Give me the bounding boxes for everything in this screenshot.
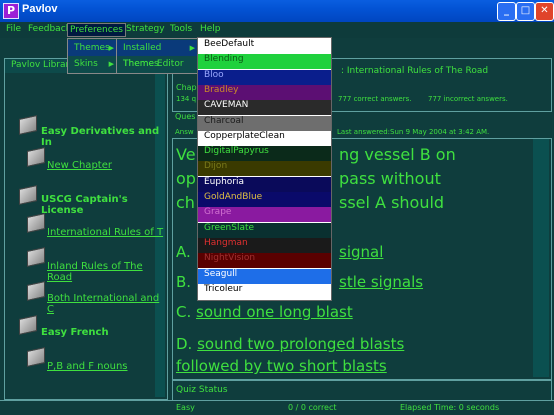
theme-editor-label: Theme Editor	[123, 59, 184, 69]
correct-count: 777 correct answers.	[338, 95, 412, 103]
question-prefix-2: op	[176, 169, 196, 188]
chapter-link[interactable]: International Rules of T	[47, 227, 163, 238]
menu-item-theme-editor[interactable]: Theme Editor	[117, 56, 199, 72]
book-icon	[19, 115, 37, 135]
app-icon: P	[3, 3, 19, 19]
library-title: Pavlov Library	[11, 60, 75, 70]
chapter-link[interactable]: Both International and C	[47, 293, 167, 315]
preferences-menu: Themes ▶ Skins ▶	[67, 38, 119, 74]
menu-help[interactable]: Help	[198, 23, 223, 35]
theme-item[interactable]: Tricoleur	[198, 283, 331, 299]
book-icon	[19, 185, 37, 205]
theme-item[interactable]: Dijon	[198, 161, 331, 177]
theme-item[interactable]: Grape	[198, 207, 331, 223]
answer-b-letter[interactable]: B.	[176, 273, 191, 291]
theme-item[interactable]: BeeDefault	[198, 39, 331, 54]
theme-item[interactable]: Bloo	[198, 69, 331, 85]
chapter-header: : International Rules of The Road	[341, 66, 489, 76]
status-correct: 0 / 0 correct	[288, 403, 337, 412]
answer-d-letter[interactable]: D.	[176, 335, 192, 353]
theme-item[interactable]: GoldAndBlue	[198, 192, 331, 207]
theme-item[interactable]: Charcoal	[198, 115, 331, 131]
theme-item[interactable]: DigitalPapyrus	[198, 146, 331, 162]
question-line-1: ng vessel B on	[339, 145, 456, 164]
chapter-icon	[27, 281, 45, 301]
chapter-icon	[27, 213, 45, 233]
library-group-3[interactable]: Easy French	[41, 327, 109, 338]
menu-tools[interactable]: Tools	[168, 23, 194, 35]
library-panel: Pavlov Library Easy Derivatives and In N…	[4, 58, 168, 400]
menu-bar: File Feedback Preferences Strategy Tools…	[0, 22, 554, 38]
title-bar[interactable]: P Pavlov _ □ ✕	[0, 0, 554, 22]
close-button[interactable]: ✕	[535, 2, 554, 21]
theme-item[interactable]: Seagull	[198, 268, 331, 284]
menu-preferences[interactable]: Preferences	[67, 23, 126, 37]
theme-item[interactable]: Euphoria	[198, 176, 331, 192]
last-answered: Last answered:Sun 9 May 2004 at 3:42 AM.	[337, 128, 490, 136]
status-bar: Easy 0 / 0 correct Elapsed Time: 0 secon…	[0, 400, 554, 415]
menu-feedback[interactable]: Feedback	[26, 23, 73, 35]
theme-item[interactable]: NightVision	[198, 253, 331, 269]
minimize-button[interactable]: _	[497, 2, 516, 21]
incorrect-count: 777 incorrect answers.	[428, 95, 508, 103]
status-left: Easy	[176, 403, 195, 412]
chapter-link[interactable]: New Chapter	[47, 160, 112, 171]
chapter-icon	[27, 347, 45, 367]
quiz-status-title: Quiz Status	[176, 385, 228, 395]
theme-item[interactable]: CAVEMAN	[198, 100, 331, 116]
menu-item-themes[interactable]: Themes ▶	[68, 40, 118, 56]
chapter-label: Chap	[176, 83, 197, 92]
window-title: Pavlov	[22, 3, 58, 15]
answer-a-letter[interactable]: A.	[176, 243, 191, 261]
theme-item[interactable]: Blending	[198, 54, 331, 70]
submenu-arrow-icon: ▶	[108, 60, 114, 68]
submenu-arrow-icon: ▶	[108, 44, 114, 52]
theme-item[interactable]: GreenSlate	[198, 222, 331, 238]
themes-submenu: Installed Themes ▶ Theme Editor	[116, 38, 200, 74]
answer-c[interactable]: C. sound one long blast	[176, 303, 353, 321]
chapter-link[interactable]: P,B and F nouns	[47, 361, 128, 372]
question-prefix-1: Ve	[176, 145, 196, 164]
menu-strategy[interactable]: Strategy	[124, 23, 167, 35]
chapter-link[interactable]: Inland Rules of The Road	[47, 261, 167, 283]
answer-c-text[interactable]: sound one long blast	[196, 303, 353, 321]
menu-item-skins[interactable]: Skins ▶	[68, 56, 118, 72]
question-scrollbar[interactable]	[533, 139, 549, 377]
library-group-2[interactable]: USCG Captain's License	[41, 194, 167, 216]
chapter-icon	[27, 247, 45, 267]
question-prefix-3: ch	[176, 193, 195, 212]
maximize-button[interactable]: □	[516, 2, 535, 21]
chapter-icon	[27, 147, 45, 167]
library-group-1[interactable]: Easy Derivatives and In	[41, 126, 167, 148]
answer-d[interactable]: D. sound two prolonged blasts followed b…	[176, 333, 466, 377]
app-window: P Pavlov _ □ ✕ File Feedback Preferences…	[0, 0, 554, 415]
theme-item[interactable]: CopperplateClean	[198, 130, 331, 146]
question-label: Ques	[175, 112, 196, 121]
themes-label: Themes	[74, 43, 110, 53]
status-elapsed: Elapsed Time: 0 seconds	[400, 403, 500, 412]
menu-item-installed-themes[interactable]: Installed Themes ▶	[117, 40, 199, 69]
answer-b[interactable]: stle signals	[339, 273, 423, 291]
installed-themes-list: BeeDefault Blending Bloo Bradley CAVEMAN Char…	[197, 37, 332, 301]
answer-a[interactable]: signal	[339, 243, 383, 261]
question-line-2: pass without	[339, 169, 441, 188]
theme-item[interactable]: Hangman	[198, 237, 331, 253]
answer-label: Answ	[175, 128, 194, 136]
submenu-arrow-icon: ▶	[189, 44, 195, 52]
theme-item[interactable]: Bradley	[198, 84, 331, 100]
answer-c-letter[interactable]: C.	[176, 303, 191, 321]
question-line-3: ssel A should	[339, 193, 445, 212]
menu-file[interactable]: File	[4, 23, 23, 35]
quiz-status-panel: Quiz Status	[172, 380, 552, 402]
skins-label: Skins	[74, 59, 98, 69]
question-count: 134 q	[176, 95, 197, 103]
book-icon	[19, 315, 37, 335]
answer-d-text[interactable]: sound two prolonged blasts followed by t…	[176, 335, 404, 375]
